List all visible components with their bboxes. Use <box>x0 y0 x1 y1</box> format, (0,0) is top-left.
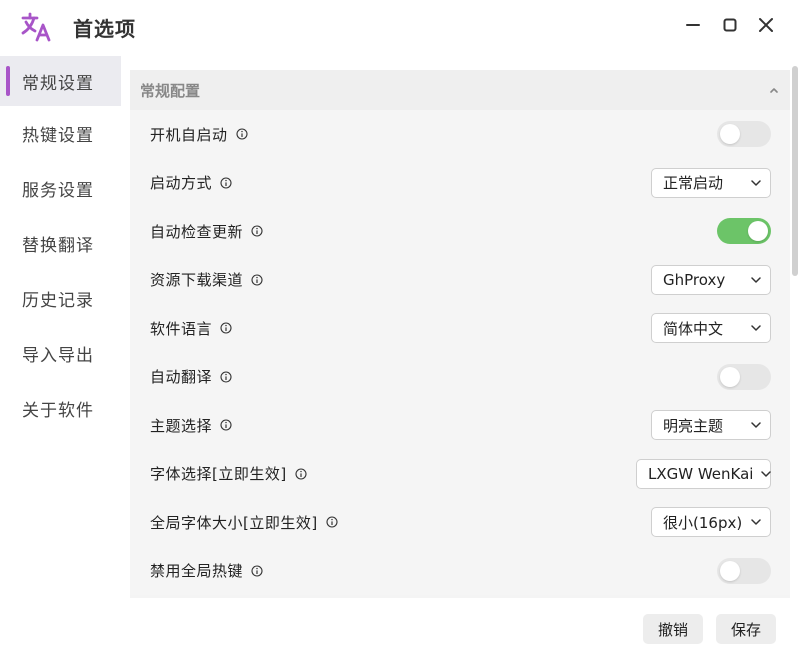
setting-label: 启动方式 <box>150 172 232 193</box>
setting-label: 字体选择[立即生效] <box>150 463 307 484</box>
chevron-down-icon <box>761 471 772 477</box>
sidebar-item-1[interactable]: 常规设置 <box>0 56 121 106</box>
sidebar-item-label: 热键设置 <box>22 126 94 146</box>
setting-row: 自动翻译 <box>130 353 790 402</box>
setting-row: 开机自启动 <box>130 110 790 159</box>
toggle-knob <box>720 366 740 387</box>
dropdown-select[interactable]: 正常启动 <box>651 167 771 198</box>
setting-label-text: 主题选择 <box>150 416 213 435</box>
dropdown-select[interactable]: 很小(16px) <box>651 507 771 538</box>
chevron-down-icon <box>751 422 761 428</box>
close-button[interactable] <box>755 14 777 36</box>
sidebar-item-label: 关于软件 <box>22 401 94 421</box>
dropdown-select[interactable]: 简体中文 <box>651 313 771 344</box>
dropdown-value: 明亮主题 <box>663 416 724 435</box>
sidebar-item-label: 导入导出 <box>22 346 94 366</box>
minimize-button[interactable] <box>682 14 704 36</box>
dropdown-value: 简体中文 <box>663 319 724 338</box>
setting-row: 字体选择[立即生效] LXGW WenKai <box>130 450 790 499</box>
sidebar-item-7[interactable]: 关于软件 <box>0 381 122 436</box>
info-icon[interactable] <box>220 177 232 189</box>
translate-app-icon <box>20 11 52 43</box>
setting-label-text: 开机自启动 <box>150 125 228 144</box>
sidebar-item-label: 常规设置 <box>22 73 94 94</box>
maximize-icon <box>723 18 737 32</box>
sidebar-item-3[interactable]: 服务设置 <box>0 161 122 216</box>
sidebar-item-4[interactable]: 替换翻译 <box>0 216 122 271</box>
info-icon[interactable] <box>220 419 232 431</box>
setting-label-text: 软件语言 <box>150 319 213 338</box>
preferences-window: 首选项 常规设置热键设置服务设置替换翻译历史记录导入导出关于软件 常规配置 开机… <box>0 0 800 650</box>
info-icon[interactable] <box>251 565 263 577</box>
sidebar-item-6[interactable]: 导入导出 <box>0 326 122 381</box>
chevron-down-icon <box>751 277 761 283</box>
setting-label: 禁用全局热键 <box>150 560 263 581</box>
info-icon[interactable] <box>235 128 248 140</box>
setting-label: 主题选择 <box>150 415 232 436</box>
settings-list: 开机自启动启动方式 正常启动自动检查更新 资源下载渠道 GhProxy 软件语言 简体中文… <box>130 110 790 595</box>
chevron-down-icon <box>751 180 761 186</box>
toggle-switch[interactable] <box>717 121 771 148</box>
setting-label-text: 禁用全局热键 <box>150 562 244 581</box>
setting-row: 启动方式 正常启动 <box>130 159 790 208</box>
setting-row: 禁用全局热键 <box>130 547 790 596</box>
setting-row: 全局字体大小[立即生效] 很小(16px) <box>130 498 790 547</box>
window-title: 首选项 <box>73 17 136 41</box>
dropdown-value: LXGW WenKai <box>648 464 754 483</box>
info-icon[interactable] <box>220 371 232 383</box>
info-icon[interactable] <box>295 468 307 480</box>
scrollbar[interactable] <box>792 66 798 276</box>
setting-label-text: 全局字体大小[立即生效] <box>150 513 318 532</box>
dropdown-value: 正常启动 <box>663 174 724 193</box>
dropdown-value: GhProxy <box>663 270 726 289</box>
setting-label: 资源下载渠道 <box>150 269 263 290</box>
setting-label-text: 自动检查更新 <box>150 222 244 241</box>
dropdown-select[interactable]: LXGW WenKai <box>636 458 772 489</box>
dropdown-value: 很小(16px) <box>663 513 743 532</box>
sidebar-item-2[interactable]: 热键设置 <box>0 106 122 161</box>
setting-label: 自动检查更新 <box>150 221 263 242</box>
setting-label-text: 启动方式 <box>150 174 213 193</box>
dropdown-select[interactable]: 明亮主题 <box>651 410 771 441</box>
setting-label-text: 字体选择[立即生效] <box>150 465 287 484</box>
info-icon[interactable] <box>251 274 263 286</box>
setting-label-text: 自动翻译 <box>150 368 213 387</box>
setting-label: 开机自启动 <box>150 124 248 145</box>
sidebar-nav: 常规设置热键设置服务设置替换翻译历史记录导入导出关于软件 <box>0 56 122 436</box>
info-icon[interactable] <box>326 516 338 528</box>
title-bar: 首选项 <box>0 0 800 52</box>
info-icon[interactable] <box>251 225 263 237</box>
close-icon <box>759 18 773 32</box>
dropdown-select[interactable]: GhProxy <box>651 264 771 295</box>
setting-row: 主题选择 明亮主题 <box>130 401 790 450</box>
info-icon[interactable] <box>220 322 232 334</box>
setting-label: 自动翻译 <box>150 366 232 387</box>
sidebar-item-label: 服务设置 <box>22 181 94 201</box>
chevron-down-icon <box>751 519 761 525</box>
cancel-button[interactable]: 撤销 <box>643 614 703 644</box>
setting-row: 软件语言 简体中文 <box>130 304 790 353</box>
toggle-switch[interactable] <box>717 363 771 390</box>
toggle-knob <box>748 221 768 242</box>
sidebar-item-5[interactable]: 历史记录 <box>0 271 122 326</box>
sidebar-item-label: 替换翻译 <box>22 236 94 256</box>
sidebar-item-label: 历史记录 <box>22 291 94 311</box>
setting-row: 资源下载渠道 GhProxy <box>130 256 790 305</box>
section-header[interactable]: 常规配置 <box>130 70 790 110</box>
section-title: 常规配置 <box>140 81 201 100</box>
save-button[interactable]: 保存 <box>716 614 776 644</box>
setting-label-text: 资源下载渠道 <box>150 271 244 290</box>
toggle-knob <box>720 124 740 145</box>
toggle-knob <box>720 560 740 581</box>
chevron-up-icon <box>770 88 778 93</box>
setting-label: 全局字体大小[立即生效] <box>150 512 338 533</box>
settings-panel: 常规配置 开机自启动启动方式 正常启动自动检查更新 资源下载渠道 GhProxy 软件语… <box>130 70 790 598</box>
maximize-button[interactable] <box>719 14 741 36</box>
setting-row: 自动检查更新 <box>130 207 790 256</box>
toggle-switch[interactable] <box>717 557 771 584</box>
setting-label: 软件语言 <box>150 318 232 339</box>
minimize-icon <box>686 24 700 26</box>
toggle-switch[interactable] <box>717 218 771 245</box>
chevron-down-icon <box>751 325 761 331</box>
